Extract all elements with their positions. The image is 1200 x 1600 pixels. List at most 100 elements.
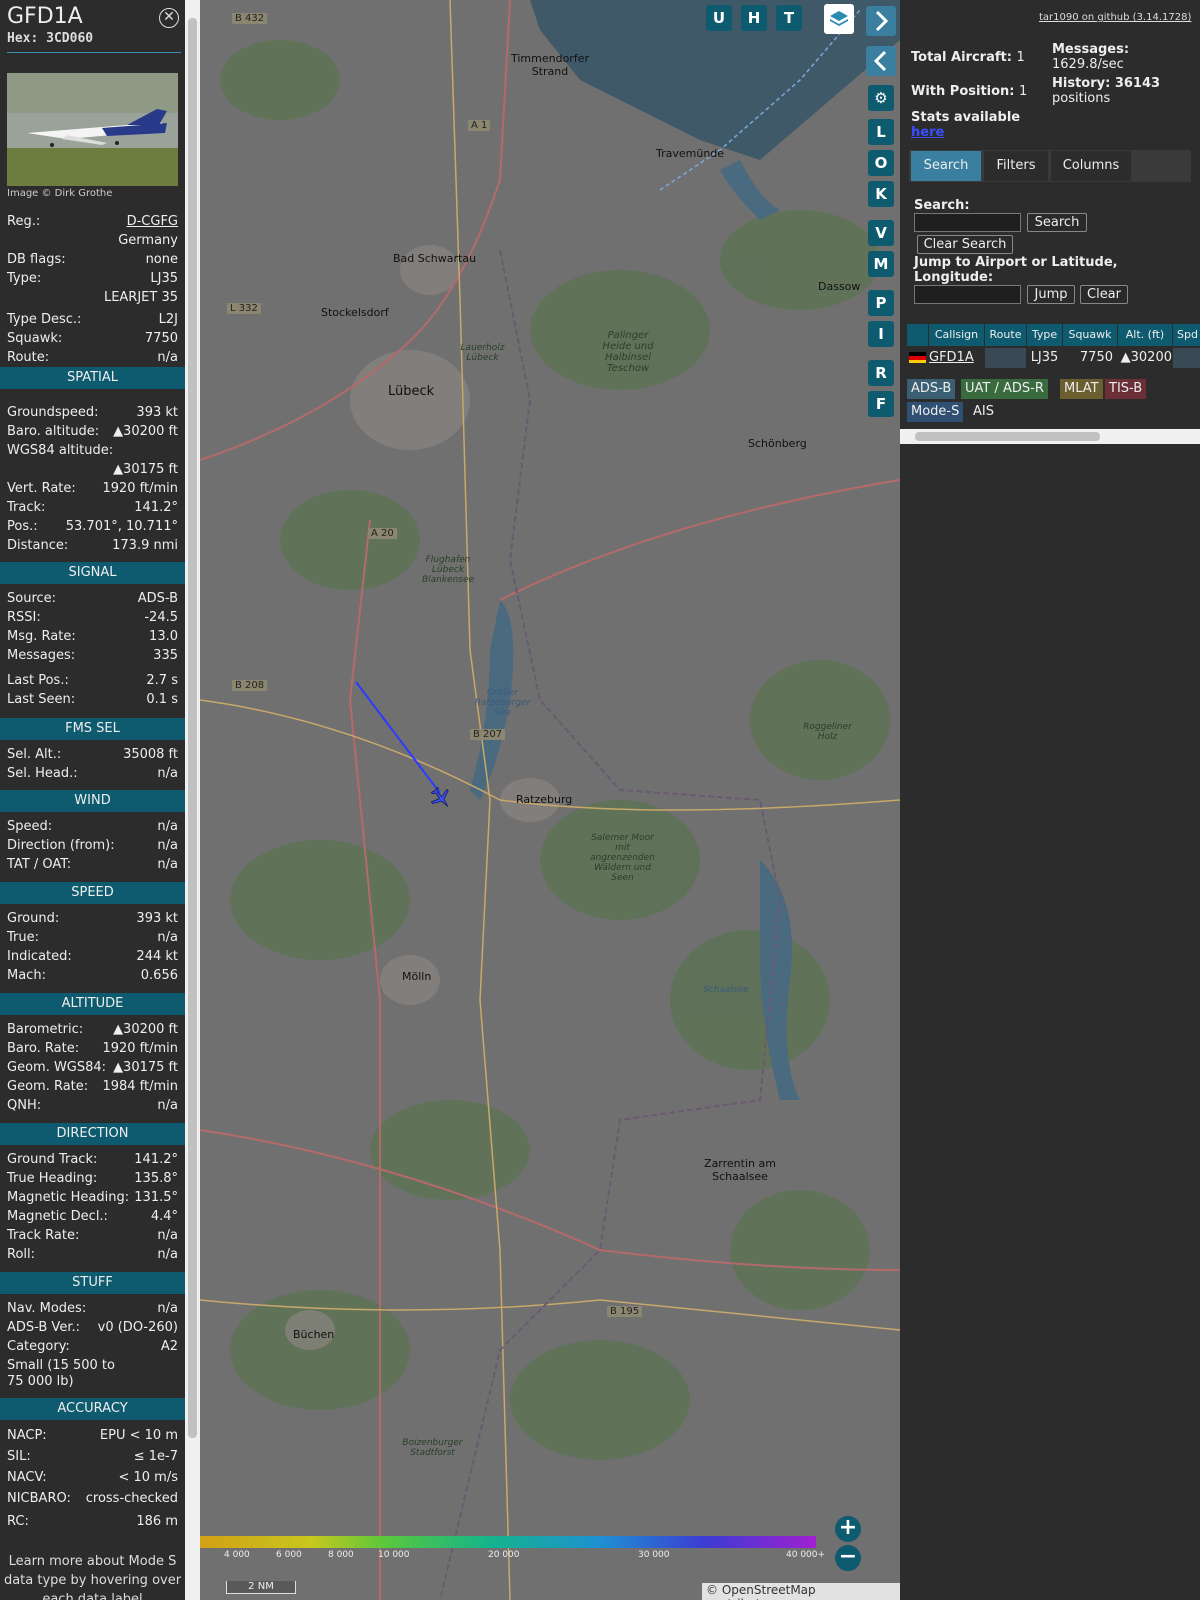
toggle-v-button[interactable]: V: [868, 220, 894, 246]
column-type[interactable]: Type: [1027, 324, 1062, 346]
source-filter-chip[interactable]: Mode-S: [907, 402, 964, 422]
photo-credit: Image © Dirk Grothe: [7, 188, 113, 199]
spatial-row: WGS84 altitude:: [7, 442, 178, 460]
source-filter-chip[interactable]: UAT / ADS-R: [961, 379, 1048, 399]
clear-search-button[interactable]: Clear Search: [917, 235, 1013, 254]
column-altitude[interactable]: Alt. (ft): [1118, 324, 1172, 346]
toggle-i-button[interactable]: I: [868, 321, 894, 347]
altitude-label: Baro. Rate:: [7, 1041, 80, 1056]
source-filter-chip[interactable]: ADS-B: [907, 379, 956, 399]
signal-label: Msg. Rate:: [7, 629, 76, 644]
signal-row: Last Seen: 0.1 s: [7, 691, 178, 709]
map-view[interactable]: B 432 Timmendorfer Strand Travemünde Bad…: [200, 0, 900, 1600]
toggle-f-button[interactable]: F: [868, 391, 894, 417]
column-squawk[interactable]: Squawk: [1063, 324, 1117, 346]
accuracy-label: SIL:: [7, 1449, 31, 1464]
minus-icon[interactable]: −: [835, 1545, 861, 1571]
accuracy-value: ≤ 1e-7: [133, 1449, 178, 1464]
altitude-value: 1984 ft/min: [102, 1079, 178, 1094]
source-filter-chip[interactable]: MLAT: [1060, 379, 1103, 399]
map-label-moelln: Mölln: [402, 970, 432, 983]
direction-value: 135.8°: [134, 1171, 178, 1186]
map-attribution[interactable]: © OpenStreetMap contributors.: [702, 1583, 900, 1600]
wind-row: Speed: n/a: [7, 818, 178, 836]
wind-value: n/a: [157, 838, 178, 853]
source-filter-chip[interactable]: AIS: [969, 402, 998, 422]
jump-input[interactable]: [914, 285, 1021, 304]
basic-info-label: Reg.:: [7, 214, 41, 229]
chevron-left-icon[interactable]: [866, 46, 896, 76]
gear-icon[interactable]: ⚙: [868, 85, 894, 111]
with-position-label: With Position: 1: [911, 84, 1028, 99]
scrollbar-thumb[interactable]: [915, 432, 1100, 441]
spatial-label: Groundspeed:: [7, 405, 99, 420]
scrollbar-thumb[interactable]: [188, 18, 197, 1438]
map-label-travemuende: Travemünde: [656, 147, 725, 160]
clear-button[interactable]: Clear: [1080, 285, 1128, 304]
jump-button[interactable]: Jump: [1027, 285, 1075, 304]
altitude-row: QNH: n/a: [7, 1097, 178, 1115]
direction-label: Magnetic Decl.:: [7, 1209, 108, 1224]
toggle-r-button[interactable]: R: [868, 360, 894, 386]
section-spatial: SPATIAL: [0, 367, 185, 389]
stuff-label: Category:: [7, 1339, 70, 1354]
spatial-value: 393 kt: [136, 405, 178, 420]
info-panel-scrollbar[interactable]: [185, 0, 200, 1600]
stats-here-link[interactable]: here: [911, 125, 944, 140]
chevron-right-icon[interactable]: [866, 6, 896, 36]
aircraft-photo[interactable]: [7, 73, 178, 186]
direction-value: n/a: [157, 1228, 178, 1243]
table-row[interactable]: GFD1A LJ35 7750 ▲30200: [907, 347, 1200, 369]
toggle-t-button[interactable]: T: [776, 5, 802, 31]
direction-label: Ground Track:: [7, 1152, 98, 1167]
plus-icon[interactable]: +: [835, 1516, 861, 1542]
aircraft-callsign-title: GFD1A: [7, 4, 83, 29]
toggle-h-button[interactable]: H: [741, 5, 767, 31]
speed-value: n/a: [157, 930, 178, 945]
toggle-m-button[interactable]: M: [868, 251, 894, 277]
toggle-p-button[interactable]: P: [868, 290, 894, 316]
stuff-label: Nav. Modes:: [7, 1301, 87, 1316]
basic-info-value: LEARJET 35: [103, 290, 178, 305]
basic-info-row: Type Desc.: L2J: [7, 311, 178, 329]
tab-columns[interactable]: Columns: [1051, 151, 1131, 181]
category-desc-2: 75 000 lb): [7, 1374, 74, 1389]
altitude-legend-tick: 30 000: [638, 1550, 670, 1560]
search-input[interactable]: [914, 213, 1021, 232]
column-callsign[interactable]: Callsign: [929, 324, 984, 346]
tab-filters[interactable]: Filters: [984, 151, 1048, 181]
spatial-label: Distance:: [7, 538, 69, 553]
table-horizontal-scrollbar[interactable]: [900, 429, 1200, 444]
spatial-row: Track: 141.2°: [7, 499, 178, 517]
signal-value: -24.5: [144, 610, 178, 625]
column-speed[interactable]: Spd: [1173, 324, 1200, 346]
toggle-l-button[interactable]: L: [868, 119, 894, 145]
fms-value: n/a: [157, 766, 178, 781]
toggle-o-button[interactable]: O: [868, 150, 894, 176]
search-button[interactable]: Search: [1027, 213, 1087, 232]
map-label-b432: B 432: [232, 13, 268, 24]
github-link[interactable]: tar1090 on github (3.14.1728): [1039, 12, 1191, 23]
row-callsign[interactable]: GFD1A: [929, 348, 974, 368]
column-route[interactable]: Route: [985, 324, 1026, 346]
basic-info-value[interactable]: D-CGFG: [127, 213, 178, 231]
row-squawk: 7750: [1079, 350, 1113, 365]
signal-value: 13.0: [149, 629, 178, 644]
speed-value: 244 kt: [136, 949, 178, 964]
fms-label: Sel. Head.:: [7, 766, 78, 781]
altitude-value: n/a: [157, 1098, 178, 1113]
basic-info-value: Germany: [118, 233, 178, 248]
map-label-buechen: Büchen: [293, 1328, 335, 1341]
signal-label: Last Seen:: [7, 692, 76, 707]
toggle-k-button[interactable]: K: [868, 181, 894, 207]
section-signal: SIGNAL: [0, 562, 185, 584]
close-icon[interactable]: ✕: [159, 8, 179, 28]
map-label-schoenberg: Schönberg: [748, 437, 807, 450]
tab-search[interactable]: Search: [911, 151, 981, 181]
source-filter-chip[interactable]: TIS-B: [1105, 379, 1147, 399]
spatial-row: Vert. Rate: 1920 ft/min: [7, 480, 178, 498]
toggle-u-button[interactable]: U: [706, 5, 732, 31]
layers-icon[interactable]: [824, 4, 854, 34]
spatial-value: ▲30175 ft: [113, 462, 178, 477]
direction-row: Magnetic Heading: 131.5°: [7, 1189, 178, 1207]
